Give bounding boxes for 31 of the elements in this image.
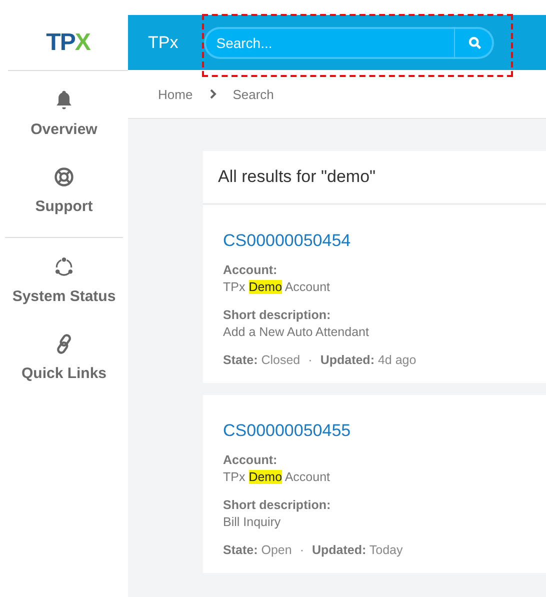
field-label: Short description:	[223, 308, 332, 322]
account-value: TPx Demo Account	[223, 280, 331, 294]
sidebar-item[interactable]: Overview	[5, 71, 123, 148]
sidebar-item[interactable]: System Status	[5, 238, 123, 315]
search-bar[interactable]: Search...	[204, 26, 494, 58]
sidebar-item[interactable]: Quick Links	[5, 315, 123, 392]
field-label: Short description:	[223, 498, 332, 512]
separator-dot: ·	[300, 543, 304, 557]
description-value: Bill Inquiry	[223, 515, 282, 529]
case-number-link[interactable]: CS00000050455	[223, 421, 526, 441]
breadcrumb-link[interactable]: Search	[232, 86, 274, 102]
updated-text: Updated: Today	[312, 543, 403, 557]
tpx-logo: TPX	[46, 28, 90, 56]
case-number-link[interactable]: CS00000050454	[223, 231, 526, 251]
cycle-icon	[53, 256, 75, 278]
breadcrumb-link[interactable]: Home	[158, 86, 193, 102]
account-value: TPx Demo Account	[223, 470, 331, 484]
search-icon	[468, 36, 482, 50]
field-label: Account:	[223, 263, 278, 277]
state-text: State: Open	[223, 543, 292, 557]
description-value: Add a New Auto Attendant	[223, 325, 370, 339]
app-title: TPx	[148, 32, 178, 52]
sidebar-item[interactable]: Support	[5, 148, 123, 225]
state-text: State: Closed	[223, 353, 300, 367]
lifebuoy-icon	[53, 166, 75, 188]
separator-dot: ·	[308, 353, 312, 367]
updated-text: Updated: 4d ago	[320, 353, 416, 367]
results-title: All results for "demo"	[218, 167, 376, 187]
chevron-right-icon	[208, 89, 217, 99]
search-field[interactable]: Search...	[204, 34, 454, 50]
field-label: Account:	[223, 453, 278, 467]
